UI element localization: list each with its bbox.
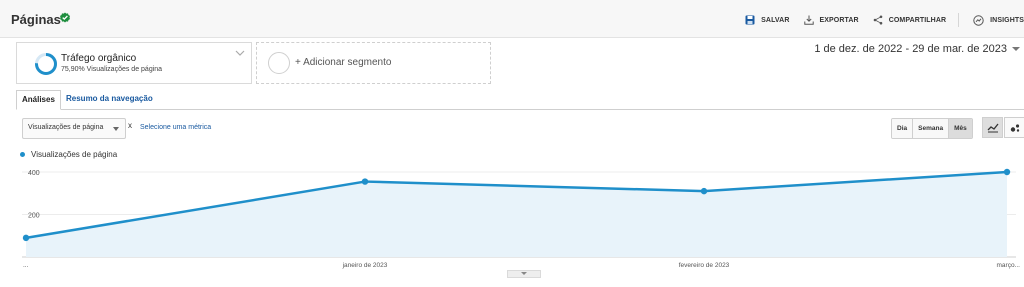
period-selector: Dia Semana Mês (891, 118, 973, 139)
actions-divider (958, 13, 960, 27)
date-range-label: 1 de dez. de 2022 - 29 de mar. de 2023 (814, 43, 1007, 55)
period-day-button[interactable]: Dia (892, 119, 914, 138)
add-segment-label: + Adicionar segmento (295, 57, 392, 68)
x-tick-label: ... (23, 262, 29, 269)
x-tick-label: janeiro de 2023 (342, 262, 388, 269)
x-tick-label: março... (997, 262, 1021, 269)
data-point (22, 234, 30, 242)
save-label: SALVAR (761, 16, 790, 24)
insights-label: INSIGHTS (990, 16, 1024, 24)
pageviews-line-chart: 400 200... janeiro de 2023 fevereiro de 202… (22, 168, 1021, 269)
segment-subtitle: 75,90% Visualizações de página (61, 66, 163, 73)
segment-name: Tráfego orgânico (61, 53, 137, 64)
legend-label: Visualizações de página (31, 150, 118, 159)
export-label: EXPORTAR (819, 16, 859, 24)
y-tick-label: 400 (28, 170, 40, 177)
chart-view-toggle (981, 117, 1024, 138)
segment-card[interactable]: Tráfego orgânico 75,90% Visualizações de… (16, 42, 252, 84)
verified-check-icon (60, 12, 70, 23)
insights-button[interactable]: INSIGHTS (973, 14, 1024, 26)
data-point (1003, 168, 1011, 176)
metric-dropdown[interactable]: Visualizações de página (22, 118, 126, 139)
x-tick-label: fevereiro de 2023 (679, 262, 730, 269)
motion-chart-view-button[interactable] (1004, 117, 1024, 138)
segment-percentage-ring (35, 53, 57, 75)
period-month-button[interactable]: Mês (949, 119, 972, 138)
insights-icon (973, 14, 984, 26)
report-header: Páginas SALVAR EXPORTAR COMPARTILHAR INS… (0, 0, 1024, 38)
date-range-picker[interactable]: 1 de dez. de 2022 - 29 de mar. de 2023 (814, 43, 1020, 55)
tab-analysis[interactable]: Análises (16, 90, 61, 110)
chart-legend: Visualizações de página (20, 150, 117, 159)
tab-navigation-summary[interactable]: Resumo da navegação (61, 90, 158, 108)
metric-dropdown-value: Visualizações de página (28, 124, 104, 131)
download-icon (803, 15, 814, 25)
caret-down-icon (1012, 47, 1020, 51)
chart-resize-handle[interactable] (507, 270, 541, 278)
bubble-chart-icon (1010, 123, 1019, 132)
save-button[interactable]: SALVAR (745, 15, 789, 25)
y-tick-label: 200 (28, 213, 40, 220)
share-button[interactable]: COMPARTILHAR (873, 15, 946, 25)
add-segment-button[interactable]: + Adicionar segmento (256, 42, 491, 84)
select-metric-link[interactable]: Selecione uma métrica (140, 124, 211, 131)
share-icon (873, 15, 882, 25)
data-point (361, 178, 369, 185)
line-chart-icon (987, 123, 999, 132)
report-tabs: Análises Resumo da navegação (16, 90, 1024, 110)
add-segment-circle-icon (268, 52, 290, 74)
header-actions: SALVAR EXPORTAR COMPARTILHAR INSIGHTS (731, 13, 1024, 27)
data-point (700, 187, 708, 195)
remove-metric-button[interactable]: x (128, 121, 132, 130)
legend-swatch (20, 152, 25, 157)
export-button[interactable]: EXPORTAR (803, 15, 859, 25)
floppy-disk-icon (745, 15, 755, 25)
line-chart-view-button[interactable] (982, 117, 1003, 138)
page-title: Páginas (11, 12, 61, 27)
share-label: COMPARTILHAR (888, 16, 947, 24)
caret-down-icon (113, 127, 119, 131)
chevron-down-icon[interactable] (235, 50, 245, 57)
period-week-button[interactable]: Semana (913, 119, 950, 138)
